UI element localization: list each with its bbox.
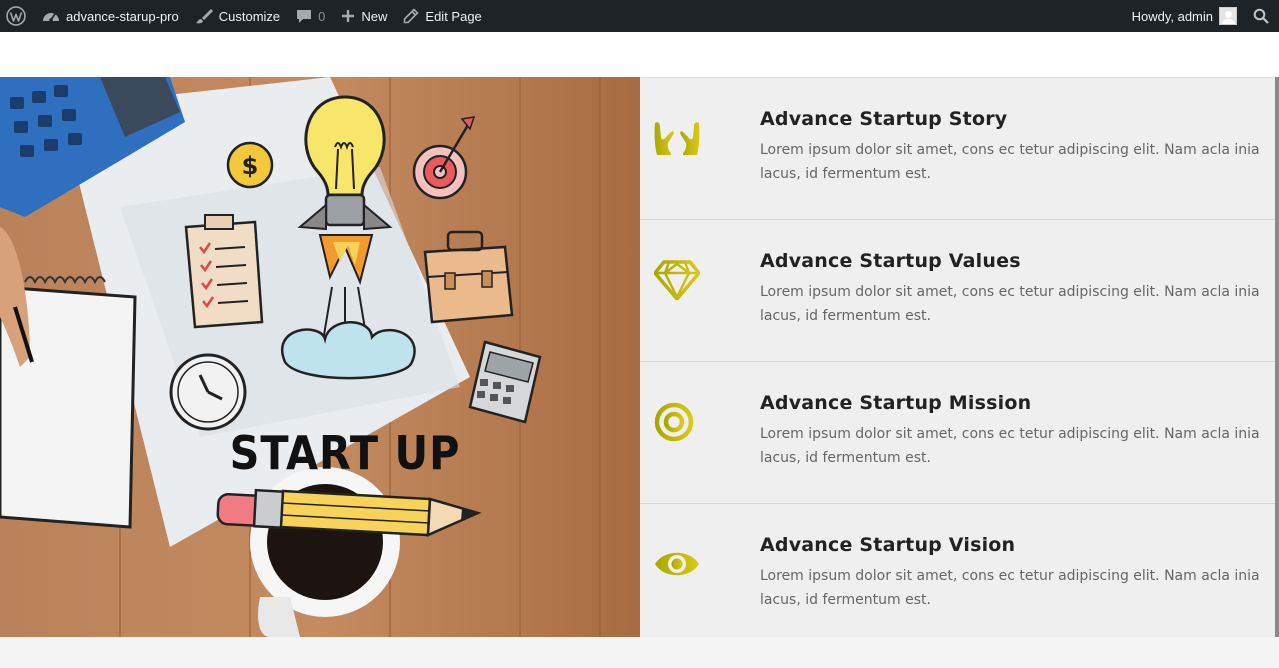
new-label: New	[361, 8, 388, 24]
customize-link[interactable]: Customize	[187, 0, 288, 32]
feature-values: Advance Startup Values Lorem ipsum dolor…	[640, 220, 1275, 362]
site-header-strip	[0, 32, 1279, 77]
new-content-link[interactable]: New	[333, 0, 395, 32]
panel-edge-bar	[1275, 77, 1279, 637]
feature-vision-title: Advance Startup Vision	[760, 534, 1016, 556]
admin-bar: advance-starup-pro Customize 0 New Edit …	[0, 0, 1279, 32]
feature-story-text: Lorem ipsum dolor sit amet, cons ec tetu…	[760, 142, 1260, 182]
wordpress-logo-button[interactable]	[0, 0, 34, 32]
feature-story: Advance Startup Story Lorem ipsum dolor …	[640, 78, 1275, 220]
comment-bubble-icon	[297, 10, 312, 23]
edit-page-label: Edit Page	[425, 8, 482, 24]
feature-vision: Advance Startup Vision Lorem ipsum dolor…	[640, 504, 1275, 646]
page-footer-area	[0, 637, 1279, 668]
feature-mission-text: Lorem ipsum dolor sit amet, cons ec tetu…	[760, 426, 1260, 466]
customize-label: Customize	[218, 8, 281, 24]
hero-startup-text: START UP	[230, 426, 461, 480]
eye-icon	[655, 552, 699, 576]
search-button[interactable]	[1245, 0, 1279, 32]
search-icon	[1253, 8, 1269, 24]
hands-icon	[654, 122, 700, 155]
pencil-icon	[404, 8, 420, 24]
clock-drawing	[169, 353, 247, 431]
feature-story-title: Advance Startup Story	[760, 108, 1008, 130]
feature-values-text: Lorem ipsum dolor sit amet, cons ec tetu…	[760, 284, 1260, 324]
edit-page-link[interactable]: Edit Page	[395, 0, 489, 32]
comments-count: 0	[318, 8, 326, 24]
site-name-label: advance-starup-pro	[66, 8, 179, 24]
plus-icon	[342, 10, 355, 22]
startup-hero-image: $ START UP	[0, 77, 640, 637]
clipboard-drawing	[184, 214, 264, 329]
coin-drawing: $	[226, 141, 274, 189]
diamond-icon	[654, 260, 700, 300]
feature-mission-title: Advance Startup Mission	[760, 392, 1032, 414]
paintbrush-icon	[195, 9, 213, 24]
wordpress-icon	[6, 6, 26, 26]
my-account-menu[interactable]: Howdy, admin	[1124, 0, 1245, 32]
feature-mission: Advance Startup Mission Lorem ipsum dolo…	[640, 362, 1275, 504]
avatar	[1219, 7, 1237, 25]
feature-values-title: Advance Startup Values	[760, 250, 1021, 272]
site-name-link[interactable]: advance-starup-pro	[34, 0, 187, 32]
svg-text:$: $	[242, 152, 259, 180]
dashboard-gauge-icon	[43, 13, 59, 22]
comments-link[interactable]: 0	[288, 0, 333, 32]
startup-illustration: $ START UP	[0, 77, 640, 637]
howdy-label: Howdy, admin	[1131, 8, 1213, 24]
feature-vision-text: Lorem ipsum dolor sit amet, cons ec tetu…	[760, 568, 1260, 608]
target-icon	[654, 402, 694, 442]
features-panel: Advance Startup Story Lorem ipsum dolor …	[640, 77, 1275, 637]
